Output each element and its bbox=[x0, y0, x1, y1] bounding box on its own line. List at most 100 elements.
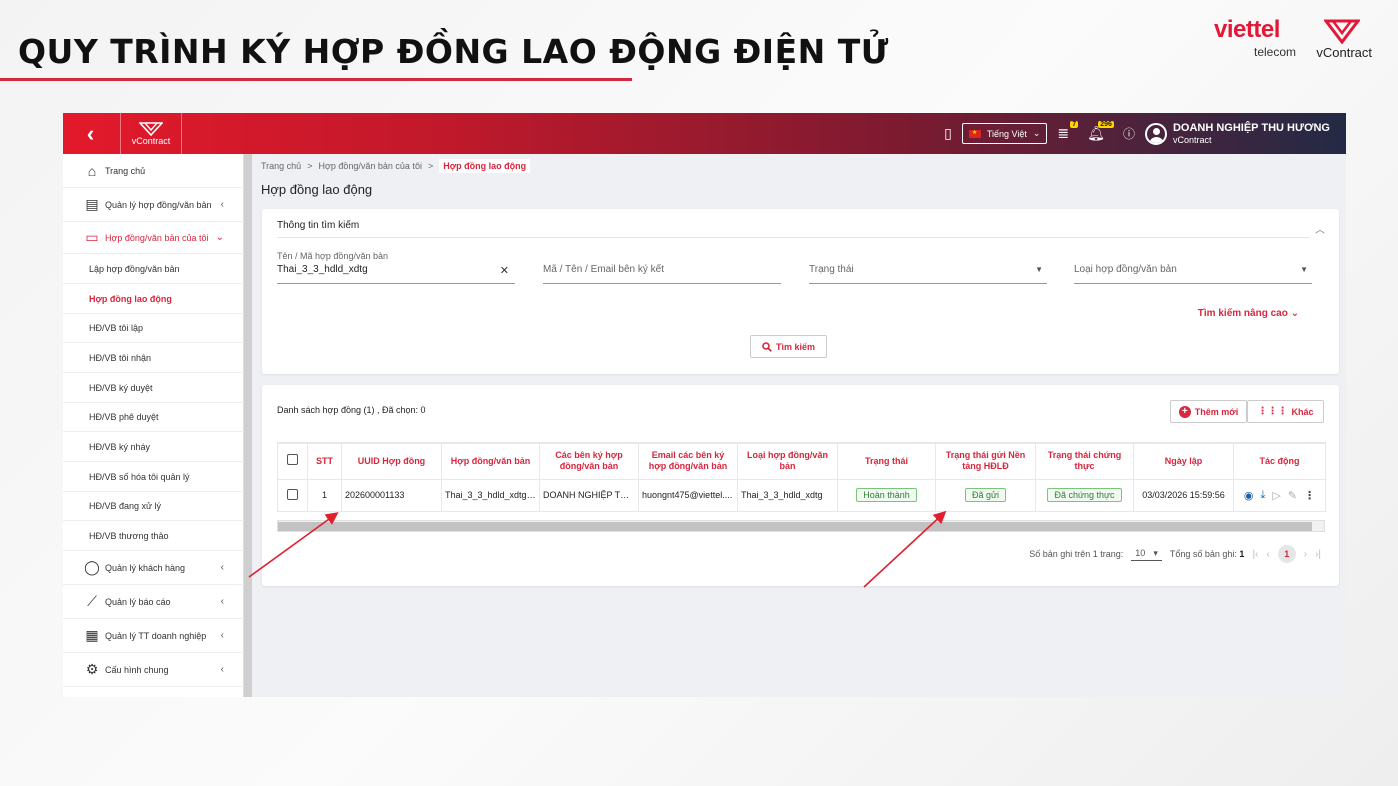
column-header[interactable]: UUID Hợp đồng bbox=[341, 442, 442, 480]
more-button[interactable]: ⋮⋮⋮ Khác bbox=[1247, 400, 1324, 423]
language-select[interactable]: Tiếng Việt ⌄ bbox=[961, 123, 1048, 144]
sidebar-item-approve[interactable]: HĐ/VB phê duyệt bbox=[63, 403, 244, 432]
sidebar-item-initial-sign[interactable]: HĐ/VB ký nháy bbox=[63, 432, 244, 462]
sidebar-item-label: HĐ/VB ký nháy bbox=[89, 441, 151, 452]
download-icon[interactable]: ⤓ bbox=[1261, 489, 1266, 502]
contract-name-input[interactable]: Thai_3_3_hdld_xdtg bbox=[277, 264, 368, 275]
sidebar-item-create-contract[interactable]: Lập hợp đồng/văn bản bbox=[63, 254, 244, 284]
clear-icon[interactable]: ✕ bbox=[500, 264, 509, 277]
breadcrumb-current: Hợp đồng lao động bbox=[439, 159, 531, 173]
total-records: Tổng số bản ghi: 1 bbox=[1170, 549, 1245, 559]
add-new-button[interactable]: + Thêm mới bbox=[1170, 400, 1247, 423]
table-horizontal-scrollbar[interactable] bbox=[277, 520, 1325, 532]
send-status-badge: Đã gửi bbox=[964, 488, 1007, 502]
vcontract-logo-icon bbox=[139, 121, 163, 136]
sidebar-item-received[interactable]: HĐ/VB tôi nhận bbox=[63, 343, 244, 373]
sidebar-item-customers[interactable]: ◯ Quản lý khách hàng ‹ bbox=[63, 551, 244, 585]
sidebar-item-sign-review[interactable]: HĐ/VB ký duyệt bbox=[63, 373, 244, 403]
vietnam-flag-icon bbox=[968, 129, 981, 138]
sidebar-item-negotiation[interactable]: HĐ/VB thương thảo bbox=[63, 521, 244, 551]
mobile-icon[interactable]: ▯ bbox=[944, 125, 952, 142]
task-badge: 7 bbox=[1070, 121, 1079, 128]
sidebar-item-reports[interactable]: ⟋ Quản lý báo cáo ‹ bbox=[63, 585, 244, 619]
sidebar-item-settings[interactable]: ⚙ Cấu hình chung ‹ bbox=[63, 653, 244, 687]
sidebar-scrollbar[interactable] bbox=[244, 154, 252, 697]
sidebar-item-label: HĐ/VB thương thảo bbox=[89, 530, 169, 541]
vcontract-logo-icon bbox=[1324, 19, 1360, 44]
column-header[interactable]: Email các bên ký hợp đồng/văn bản bbox=[638, 442, 738, 480]
play-icon[interactable]: ▷ bbox=[1272, 489, 1280, 502]
sidebar-item-label: HĐ/VB ký duyệt bbox=[89, 382, 153, 393]
document-icon: ▤ bbox=[85, 196, 99, 212]
sidebar-item-label: Hợp đồng lao động bbox=[89, 293, 172, 304]
advanced-search-label: Tìm kiếm nâng cao bbox=[1197, 308, 1288, 319]
last-page-icon[interactable]: ›| bbox=[1315, 549, 1321, 560]
scrollbar-thumb[interactable] bbox=[278, 522, 1312, 531]
breadcrumb-my-contracts[interactable]: Hợp đồng/văn bản của tôi bbox=[318, 161, 421, 171]
title-underline bbox=[0, 78, 632, 81]
back-button[interactable]: ‹ bbox=[63, 113, 118, 154]
user-icon: ◯ bbox=[84, 559, 100, 575]
sidebar-item-label: Quản lý TT doanh nghiệp bbox=[105, 630, 207, 641]
party-search-input[interactable]: Mã / Tên / Email bên ký kết bbox=[543, 264, 664, 275]
search-button[interactable]: Tìm kiếm bbox=[750, 335, 827, 358]
sidebar-item-created-by-me[interactable]: HĐ/VB tôi lập bbox=[63, 314, 244, 343]
party-search-field[interactable]: Mã / Tên / Email bên ký kết bbox=[543, 249, 781, 284]
row-checkbox[interactable] bbox=[287, 488, 298, 500]
view-icon[interactable]: ◉ bbox=[1244, 489, 1254, 502]
breadcrumb: Trang chủ > Hợp đồng/văn bản của tôi > H… bbox=[261, 159, 531, 173]
sidebar-item-processing[interactable]: HĐ/VB đang xử lý bbox=[63, 492, 244, 521]
column-header[interactable]: Trạng thái bbox=[837, 442, 936, 480]
task-list-icon[interactable]: ≣ 7 bbox=[1057, 121, 1079, 142]
per-page-value: 10 bbox=[1135, 547, 1146, 558]
prev-page-icon[interactable]: ‹ bbox=[1266, 549, 1269, 560]
chart-icon: ⟋ bbox=[87, 593, 97, 609]
contract-type-select[interactable]: Loại hợp đồng/văn bản ▼ bbox=[1074, 249, 1312, 284]
column-header[interactable]: Hợp đồng/văn bản bbox=[441, 442, 540, 480]
column-header[interactable]: Loại hợp đồng/văn bản bbox=[737, 442, 838, 480]
sidebar-item-label: Lập hợp đồng/văn bản bbox=[89, 263, 180, 274]
user-menu[interactable]: DOANH NGHIỆP THU HƯƠNG vContract bbox=[1144, 122, 1330, 145]
select-all-checkbox[interactable] bbox=[287, 454, 298, 466]
per-page-select[interactable]: 10 ▾ bbox=[1131, 548, 1162, 561]
viettel-wordmark: viettel bbox=[1214, 16, 1280, 43]
chevron-up-icon[interactable]: ︿ bbox=[1315, 221, 1325, 236]
per-page-label: Số bản ghi trên 1 trang: bbox=[1029, 549, 1124, 559]
sidebar-item-manage-contracts[interactable]: ▤ Quản lý hợp đồng/văn bản ‹ bbox=[63, 188, 244, 222]
total-label: Tổng số bản ghi: bbox=[1169, 549, 1237, 559]
status-select[interactable]: Trạng thái ▼ bbox=[809, 249, 1047, 284]
row-select-cell bbox=[277, 478, 308, 512]
bell-icon[interactable]: 🔔︎ 296 bbox=[1087, 121, 1114, 142]
column-header[interactable]: Trạng thái chứng thực bbox=[1035, 442, 1134, 480]
more-vertical-icon[interactable]: ⋮ bbox=[1304, 489, 1315, 502]
status-select-value: Trạng thái bbox=[809, 264, 854, 275]
divider bbox=[277, 237, 1309, 238]
user-name: DOANH NGHIỆP THU HƯƠNG bbox=[1172, 122, 1330, 134]
sidebar-item-labor-contract[interactable]: Hợp đồng lao động bbox=[63, 284, 244, 314]
sidebar-item-company-info[interactable]: ▦ Quản lý TT doanh nghiệp ‹ bbox=[63, 619, 244, 653]
column-header[interactable]: Trạng thái gửi Nền tảng HĐLĐ bbox=[935, 442, 1036, 480]
column-header[interactable]: Ngày lập bbox=[1133, 442, 1234, 480]
edit-icon[interactable]: ✎ bbox=[1288, 489, 1297, 502]
table-row[interactable]: 1 202600001133 Thai_3_3_hdld_xdtg -... D… bbox=[277, 478, 1326, 512]
contract-name-field[interactable]: Tên / Mã hợp đồng/văn bản Thai_3_3_hdld_… bbox=[277, 249, 515, 284]
first-page-icon[interactable]: |‹ bbox=[1252, 549, 1258, 560]
sidebar-item-label: Quản lý hợp đồng/văn bản bbox=[105, 199, 212, 210]
sidebar-item-home[interactable]: ⌂ Trang chủ bbox=[63, 154, 244, 188]
cell-contract-type: Thai_3_3_hdld_xdtg bbox=[737, 478, 838, 512]
chevron-down-icon: ⌄ bbox=[1032, 128, 1041, 138]
next-page-icon[interactable]: › bbox=[1304, 549, 1307, 560]
top-bar-actions: ▯ Tiếng Việt ⌄ ≣7 🔔︎296 ⓘ DOANH NGHIỆP T… bbox=[944, 113, 1330, 154]
advanced-search-link[interactable]: Tìm kiếm nâng cao ⌄ bbox=[1198, 308, 1299, 319]
help-icon[interactable]: ⓘ bbox=[1123, 125, 1135, 142]
cell-uuid: 202600001133 bbox=[341, 478, 442, 512]
page-number-button[interactable]: 1 bbox=[1277, 545, 1296, 563]
sidebar-item-label: Cấu hình chung bbox=[105, 664, 169, 675]
breadcrumb-home[interactable]: Trang chủ bbox=[261, 161, 301, 171]
app-logo[interactable]: vContract bbox=[120, 113, 182, 154]
column-header[interactable]: STT bbox=[307, 442, 342, 480]
column-header[interactable]: Các bên ký hợp đồng/văn bản bbox=[539, 442, 639, 480]
sidebar-item-my-contracts[interactable]: ▭ Hợp đồng/văn bản của tôi ⌄ bbox=[63, 222, 244, 254]
cell-cert-status: Đã chứng thực bbox=[1035, 478, 1134, 512]
sidebar-item-digitized[interactable]: HĐ/VB số hóa tôi quản lý bbox=[63, 462, 244, 492]
